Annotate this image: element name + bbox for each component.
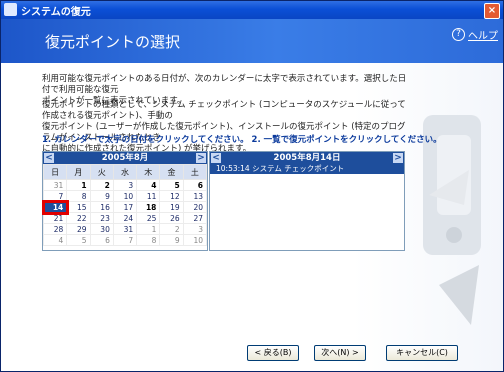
calendar-day[interactable]: 7	[42, 190, 68, 202]
calendar-day[interactable]: 21	[42, 212, 68, 224]
weekday-header: 月	[66, 164, 91, 180]
calendar-day: 2	[159, 223, 184, 235]
calendar-day[interactable]: 28	[42, 223, 68, 235]
weekday-header: 火	[89, 164, 114, 180]
calendar-day[interactable]: 1	[66, 179, 91, 191]
calendar-day[interactable]: 12	[159, 190, 184, 202]
calendar-day: 10	[182, 234, 208, 246]
restore-point-item[interactable]: 10:53:14 システム チェックポイント	[210, 164, 404, 174]
calendar-day: 5	[66, 234, 91, 246]
calendar-day[interactable]: 18	[136, 201, 161, 213]
intro-paragraph-2: 復元ポイントの種類として、システム チェックポイント (コンピュータのスケジュー…	[42, 100, 414, 155]
calendar-day[interactable]: 31	[112, 223, 138, 235]
calendar-day[interactable]: 27	[182, 212, 208, 224]
calendar-day[interactable]: 26	[159, 212, 184, 224]
next-day-button[interactable]: >	[393, 153, 403, 163]
instructions: 1. カレンダーで太字の日付をクリックしてください。 2. 一覧で復元ポイントを…	[42, 135, 442, 145]
calendar-day[interactable]: 15	[66, 201, 91, 213]
weekday-header: 金	[159, 164, 184, 180]
weekday-header: 木	[136, 164, 161, 180]
calendar-day[interactable]: 2	[89, 179, 114, 191]
prev-month-button[interactable]: <	[44, 153, 54, 163]
calendar-day[interactable]: 30	[89, 223, 114, 235]
prev-day-button[interactable]: <	[211, 153, 221, 163]
calendar-day[interactable]: 22	[66, 212, 91, 224]
wizard-body: 利用可能な復元ポイントのある日付が、次のカレンダーに太字で表示されています。選択…	[1, 63, 503, 371]
calendar-day[interactable]: 19	[159, 201, 184, 213]
calendar-day: 1	[136, 223, 161, 235]
calendar-day[interactable]: 3	[112, 179, 138, 191]
weekday-header: 土	[182, 164, 208, 180]
calendar-day[interactable]: 8	[66, 190, 91, 202]
calendar-month-label: 2005年8月	[101, 153, 149, 163]
calendar-day[interactable]: 14	[41, 199, 69, 215]
intro-text-line: 復元ポイントの種類として、システム チェックポイント (コンピュータのスケジュー…	[42, 100, 406, 121]
system-restore-window: システムの復元 × 復元ポイントの選択 ? ヘルプ 利用可能な復元ポイントのある…	[0, 0, 504, 372]
calendar-grid: 日月火水木金土 31 1 2 3 4 5 6 7 8 9 10 11 12 13 14 15 16 17 18 19 2…	[41, 164, 208, 246]
calendar-day[interactable]: 13	[182, 190, 208, 202]
calendar-day: 4	[42, 234, 68, 246]
calendar-day[interactable]: 4	[136, 179, 161, 191]
calendar-day: 8	[136, 234, 161, 246]
help-link[interactable]: ヘルプ	[468, 27, 498, 42]
calendar-day: 9	[159, 234, 184, 246]
calendar-day[interactable]: 10	[112, 190, 138, 202]
page-title: 復元ポイントの選択	[45, 33, 181, 51]
calendar-day[interactable]: 9	[89, 190, 114, 202]
close-button[interactable]: ×	[484, 3, 500, 19]
calendar-day[interactable]: 6	[182, 179, 208, 191]
calendar-day[interactable]: 23	[89, 212, 114, 224]
system-restore-app-icon	[4, 3, 17, 16]
window-title: システムの復元	[21, 7, 91, 18]
calendar-day[interactable]: 16	[89, 201, 114, 213]
restore-point-list: < 2005年8月14日 > 10:53:14 システム チェックポイント	[209, 151, 405, 251]
intro-text-line: 利用可能な復元ポイントのある日付が、次のカレンダーに太字で表示されています。選択…	[42, 74, 407, 95]
calendar-day: 3	[182, 223, 208, 235]
weekday-header: 水	[112, 164, 138, 180]
calendar-day[interactable]: 5	[159, 179, 184, 191]
calendar-day[interactable]: 20	[182, 201, 208, 213]
back-button[interactable]: < 戻る(B)	[247, 345, 299, 361]
calendar-header: < 2005年8月 >	[43, 152, 207, 164]
calendar-day[interactable]: 24	[112, 212, 138, 224]
cancel-button[interactable]: キャンセル(C)	[386, 345, 458, 361]
decorative-restore-arrow-icon	[423, 115, 481, 325]
help-icon[interactable]: ?	[452, 28, 465, 41]
calendar-day: 6	[89, 234, 114, 246]
next-button[interactable]: 次へ(N) >	[314, 345, 366, 361]
calendar-day: 31	[42, 179, 68, 191]
calendar-day[interactable]: 25	[136, 212, 161, 224]
list-date-label: 2005年8月14日	[273, 153, 341, 163]
calendar: < 2005年8月 > 日月火水木金土 31 1 2 3 4 5 6 7 8 9 10 11 12 13 1…	[41, 151, 208, 251]
title-bar: システムの復元 ×	[1, 1, 503, 19]
calendar-day[interactable]: 17	[112, 201, 138, 213]
calendar-day[interactable]: 11	[136, 190, 161, 202]
next-month-button[interactable]: >	[196, 153, 206, 163]
calendar-day[interactable]: 29	[66, 223, 91, 235]
calendar-day: 7	[112, 234, 138, 246]
list-header: < 2005年8月14日 >	[210, 152, 404, 164]
header-banner: 復元ポイントの選択 ? ヘルプ	[1, 19, 503, 63]
weekday-header: 日	[42, 164, 68, 180]
